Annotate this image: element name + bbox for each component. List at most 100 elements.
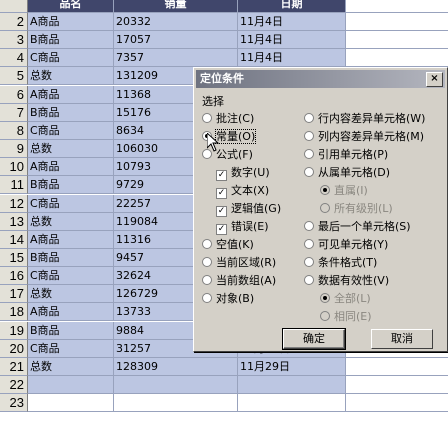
row-number[interactable]: 4 (0, 49, 28, 68)
row-number[interactable]: 3 (0, 31, 28, 50)
cell-date[interactable]: 11月4日 (238, 13, 346, 31)
row-number[interactable]: 7 (0, 103, 28, 122)
cell-date[interactable] (238, 394, 346, 413)
row-number[interactable]: 14 (0, 230, 28, 249)
cell-name[interactable]: C商品 (28, 49, 114, 68)
cell-name[interactable]: C商品 (28, 194, 114, 213)
cell-name[interactable]: C商品 (28, 121, 114, 140)
row-number[interactable]: 21 (0, 357, 28, 376)
radio-option[interactable]: 行内容差异单元格(W) (304, 111, 425, 127)
cell-name[interactable]: 总数 (28, 67, 114, 86)
cell-name[interactable]: 总数 (28, 357, 114, 376)
cell-date[interactable]: 11月29日 (238, 357, 346, 376)
cell-name[interactable]: 总数 (28, 285, 114, 304)
row-number[interactable]: 15 (0, 248, 28, 267)
option-label: 所有级别(L) (334, 202, 393, 215)
cell-name[interactable]: A商品 (28, 13, 114, 31)
cell[interactable] (346, 376, 448, 394)
cell-qty[interactable] (114, 376, 238, 394)
cell-name[interactable]: 总数 (28, 212, 114, 231)
checkbox-option[interactable]: ✓ 文本(X) (216, 183, 269, 199)
cell-name[interactable]: C商品 (28, 267, 114, 286)
option-label: 常量(O) (214, 129, 257, 144)
cell-name[interactable]: A商品 (28, 303, 114, 322)
dialog-title-bar[interactable]: 定位条件 × (196, 70, 445, 88)
row-number[interactable]: 18 (0, 303, 28, 322)
row-header[interactable] (0, 0, 28, 13)
row-number[interactable]: 17 (0, 285, 28, 304)
option-label: 批注(C) (216, 112, 255, 125)
option-label: 相同(E) (334, 310, 372, 323)
checkbox-option[interactable]: ✓ 数字(U) (216, 165, 270, 181)
cell-date[interactable]: 11月4日 (238, 31, 346, 50)
cell[interactable] (346, 0, 448, 13)
row-number[interactable]: 6 (0, 85, 28, 104)
row-number[interactable]: 19 (0, 321, 28, 340)
checkbox-option[interactable]: ✓ 错误(E) (216, 219, 269, 235)
radio-option[interactable]: 从属单元格(D) (304, 165, 390, 181)
option-label: 当前数组(A) (216, 274, 277, 287)
cell-name[interactable]: B商品 (28, 321, 114, 340)
radio-option[interactable]: 批注(C) (202, 111, 254, 127)
radio-option[interactable]: 数据有效性(V) (304, 273, 389, 289)
cell-qty[interactable]: 128309 (114, 357, 238, 376)
cell[interactable] (346, 49, 448, 68)
cell-qty[interactable] (114, 394, 238, 413)
row-number[interactable]: 2 (0, 13, 28, 31)
radio-icon (202, 257, 212, 267)
cell-date[interactable]: 11月4日 (238, 49, 346, 68)
option-label: 行内容差异单元格(W) (318, 112, 426, 125)
checkbox-option[interactable]: ✓ 逻辑值(G) (216, 201, 281, 217)
radio-option[interactable]: 最后一个单元格(S) (304, 219, 411, 235)
cell-name[interactable]: B商品 (28, 176, 114, 195)
close-button[interactable]: × (426, 72, 443, 87)
cell-date[interactable] (238, 376, 346, 394)
radio-icon (304, 257, 314, 267)
cancel-button[interactable]: 取消 (371, 329, 433, 349)
radio-option[interactable]: 对象(B) (202, 291, 254, 307)
radio-option[interactable]: 空值(K) (202, 237, 254, 253)
cell-name[interactable]: A商品 (28, 158, 114, 177)
radio-option[interactable]: 当前数组(A) (202, 273, 276, 289)
cell-qty[interactable]: 17057 (114, 31, 238, 50)
radio-option[interactable]: 当前区域(R) (202, 255, 276, 271)
row-number[interactable]: 23 (0, 394, 28, 413)
cell-name[interactable] (28, 376, 114, 394)
row-number[interactable]: 8 (0, 121, 28, 140)
cell[interactable] (346, 13, 448, 31)
radio-option[interactable]: 引用单元格(P) (304, 147, 388, 163)
column-header-date[interactable]: 日期 (238, 0, 346, 13)
row-number[interactable]: 11 (0, 176, 28, 195)
cell-name[interactable]: A商品 (28, 230, 114, 249)
mouse-cursor-icon (207, 133, 219, 152)
row-number[interactable]: 12 (0, 194, 28, 213)
row-number[interactable]: 5 (0, 67, 28, 86)
cell-name[interactable]: B商品 (28, 31, 114, 50)
radio-option[interactable]: 列内容差异单元格(M) (304, 129, 424, 145)
column-header-qty[interactable]: 销量 (114, 0, 238, 13)
row-number[interactable]: 9 (0, 140, 28, 159)
cell[interactable] (346, 357, 448, 376)
cell-qty[interactable]: 7357 (114, 49, 238, 68)
cell[interactable] (346, 31, 448, 50)
cell-name[interactable]: C商品 (28, 339, 114, 358)
cell-name[interactable] (28, 394, 114, 413)
radio-icon (202, 275, 212, 285)
row-number[interactable]: 10 (0, 158, 28, 177)
ok-button[interactable]: 确定 (283, 329, 345, 349)
cell-name[interactable]: B商品 (28, 248, 114, 267)
cell-name[interactable]: 总数 (28, 140, 114, 159)
column-header-name[interactable]: 品名 (28, 0, 114, 13)
row-number[interactable]: 13 (0, 212, 28, 231)
cell[interactable] (346, 394, 448, 413)
cell-name[interactable]: B商品 (28, 103, 114, 122)
cell-qty[interactable]: 20332 (114, 13, 238, 31)
radio-option[interactable]: 可见单元格(Y) (304, 237, 388, 253)
row-number[interactable]: 22 (0, 376, 28, 394)
table-row: 22 (0, 376, 448, 394)
radio-icon (320, 311, 330, 321)
row-number[interactable]: 20 (0, 339, 28, 358)
cell-name[interactable]: A商品 (28, 85, 114, 104)
radio-option[interactable]: 条件格式(T) (304, 255, 377, 271)
row-number[interactable]: 16 (0, 267, 28, 286)
